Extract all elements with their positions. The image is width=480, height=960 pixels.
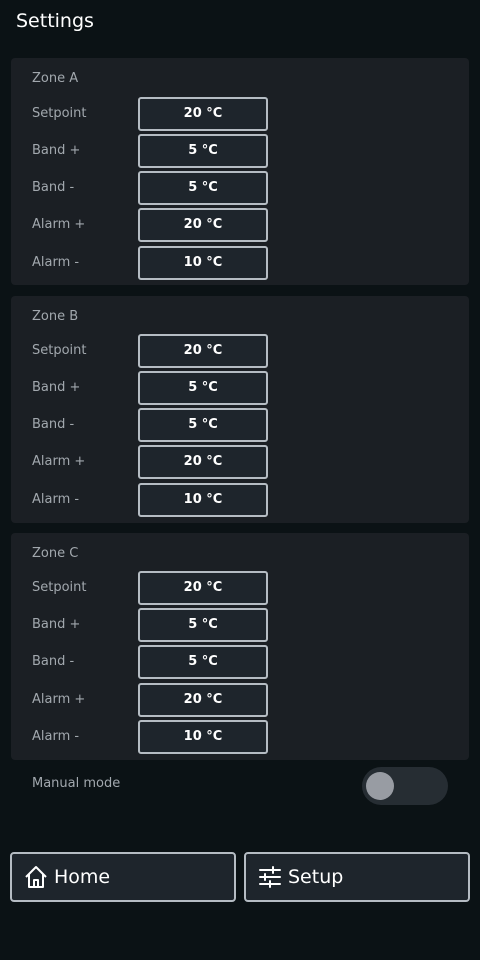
setup-button[interactable]: Setup [244,852,470,902]
alarm-minus-label: Alarm - [32,729,80,744]
alarm-plus-row: Alarm + 20 °C [11,683,469,717]
setpoint-row: Setpoint 20 °C [11,571,469,605]
page-title: Settings [16,10,94,32]
setpoint-field[interactable]: 20 °C [138,97,268,131]
home-label: Home [54,866,111,888]
setup-label: Setup [288,866,344,888]
home-button[interactable]: Home [10,852,236,902]
alarm-minus-row: Alarm - 10 °C [11,483,469,517]
alarm-plus-row: Alarm + 20 °C [11,445,469,479]
setpoint-row: Setpoint 20 °C [11,97,469,131]
setpoint-label: Setpoint [32,343,87,358]
alarm-plus-field[interactable]: 20 °C [138,208,268,242]
band-minus-row: Band - 5 °C [11,645,469,679]
band-minus-label: Band - [32,654,75,669]
band-minus-row: Band - 5 °C [11,171,469,205]
alarm-plus-field[interactable]: 20 °C [138,683,268,717]
setpoint-label: Setpoint [32,580,87,595]
alarm-minus-field[interactable]: 10 °C [138,720,268,754]
band-plus-row: Band + 5 °C [11,134,469,168]
zone-title: Zone B [32,309,79,324]
alarm-minus-row: Alarm - 10 °C [11,720,469,754]
setpoint-field[interactable]: 20 °C [138,334,268,368]
band-minus-label: Band - [32,417,75,432]
zone-title: Zone C [32,546,79,561]
manual-mode-toggle[interactable] [362,767,448,805]
band-minus-row: Band - 5 °C [11,408,469,442]
setpoint-field[interactable]: 20 °C [138,571,268,605]
setpoint-label: Setpoint [32,106,87,121]
band-minus-label: Band - [32,180,75,195]
alarm-plus-label: Alarm + [32,217,86,232]
band-plus-field[interactable]: 5 °C [138,134,268,168]
band-plus-label: Band + [32,143,81,158]
band-minus-field[interactable]: 5 °C [138,171,268,205]
manual-mode-row: Manual mode [11,766,469,805]
alarm-plus-row: Alarm + 20 °C [11,208,469,242]
setpoint-row: Setpoint 20 °C [11,334,469,368]
zone-title: Zone A [32,71,79,86]
alarm-plus-label: Alarm + [32,692,86,707]
manual-mode-label: Manual mode [32,776,121,791]
alarm-plus-label: Alarm + [32,454,86,469]
band-plus-row: Band + 5 °C [11,371,469,405]
band-plus-label: Band + [32,617,81,632]
band-minus-field[interactable]: 5 °C [138,645,268,679]
band-minus-field[interactable]: 5 °C [138,408,268,442]
zone-c-panel: Zone C Setpoint 20 °C Band + 5 °C Band -… [11,533,469,760]
band-plus-field[interactable]: 5 °C [138,608,268,642]
home-icon [24,865,48,889]
alarm-minus-label: Alarm - [32,255,80,270]
alarm-minus-field[interactable]: 10 °C [138,483,268,517]
band-plus-field[interactable]: 5 °C [138,371,268,405]
toggle-knob [366,772,394,800]
band-plus-row: Band + 5 °C [11,608,469,642]
band-plus-label: Band + [32,380,81,395]
sliders-icon [258,865,282,889]
alarm-plus-field[interactable]: 20 °C [138,445,268,479]
zone-a-panel: Zone A Setpoint 20 °C Band + 5 °C Band -… [11,58,469,285]
alarm-minus-row: Alarm - 10 °C [11,246,469,280]
alarm-minus-field[interactable]: 10 °C [138,246,268,280]
zone-b-panel: Zone B Setpoint 20 °C Band + 5 °C Band -… [11,296,469,523]
alarm-minus-label: Alarm - [32,492,80,507]
